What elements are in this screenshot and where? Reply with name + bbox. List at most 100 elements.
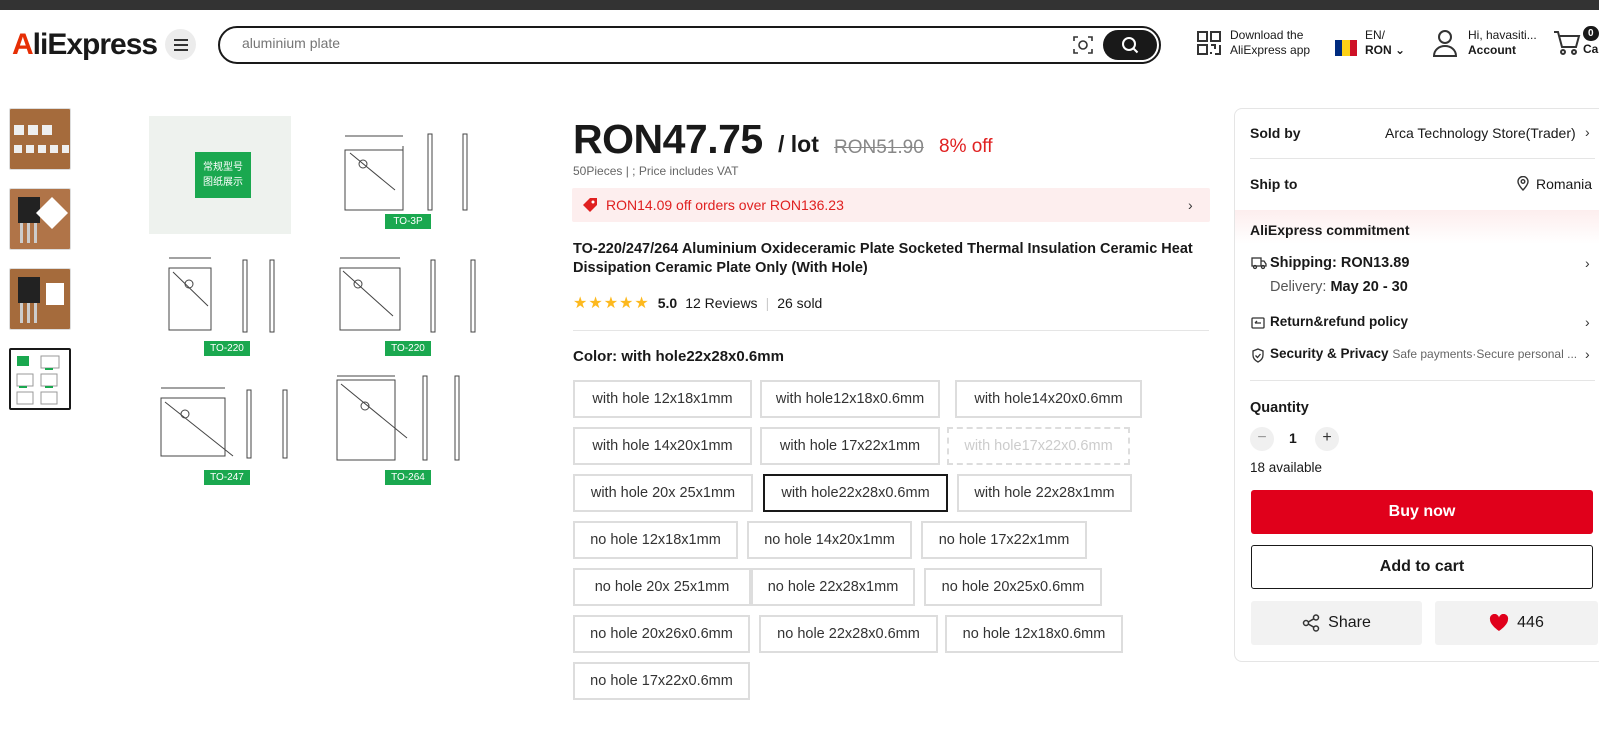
- stock-available: 18 available: [1250, 460, 1323, 475]
- option-button[interactable]: no hole 20x26x0.6mm: [573, 615, 750, 653]
- return-policy[interactable]: Return&refund policy: [1270, 314, 1408, 329]
- chinese-label-line2: 图纸展示: [203, 177, 243, 188]
- sold-by-label: Sold by: [1250, 125, 1301, 141]
- reviews-link[interactable]: 12 Reviews: [685, 295, 757, 311]
- wishlist-button[interactable]: 446: [1435, 601, 1598, 645]
- quantity-value[interactable]: 1: [1289, 430, 1297, 446]
- cart-label: Ca: [1583, 42, 1599, 56]
- chevron-right-icon: ›: [1585, 124, 1590, 140]
- menu-icon[interactable]: [165, 29, 196, 60]
- divider: [1250, 158, 1595, 159]
- cart-link[interactable]: 0 Ca: [1553, 26, 1599, 57]
- download-line1: Download the: [1230, 28, 1304, 42]
- price-subinfo: 50Pieces | ; Price includes VAT: [573, 164, 739, 178]
- ship-to-label: Ship to: [1250, 176, 1298, 192]
- tag-to-220-left: TO-220: [204, 341, 250, 356]
- account-menu[interactable]: Hi, havasiti... Account: [1432, 28, 1537, 58]
- thumbnail-1[interactable]: [9, 108, 71, 170]
- option-button[interactable]: with hole 14x20x1mm: [573, 427, 752, 465]
- chinese-label-line1: 常规型号: [203, 162, 243, 173]
- discount-badge: 8% off: [939, 136, 993, 157]
- tag-to-247: TO-247: [204, 470, 250, 485]
- price: RON47.75: [573, 116, 763, 162]
- cart-icon: [1554, 30, 1581, 55]
- main-product-image[interactable]: 常规型号 图纸展示 TO-3P TO-220 TO-220 TO-247 TO-…: [145, 108, 505, 496]
- language-currency-selector[interactable]: EN/ RON ⌄: [1335, 28, 1405, 58]
- account-label: Account: [1468, 43, 1516, 57]
- coupon-text: RON14.09 off orders over RON136.23: [606, 197, 844, 213]
- thumbnail-4[interactable]: [9, 348, 71, 410]
- commitment-title: AliExpress commitment: [1250, 222, 1410, 238]
- search-bar: [218, 26, 1161, 64]
- security-title: Security & Privacy: [1270, 346, 1389, 361]
- thumbnail-2[interactable]: [9, 188, 71, 250]
- option-button[interactable]: with hole14x20x0.6mm: [955, 380, 1142, 418]
- chevron-down-icon: ⌄: [1395, 43, 1406, 57]
- user-icon: [1432, 30, 1458, 57]
- delivery-row: Delivery: May 20 - 30: [1270, 279, 1408, 295]
- delivery-label: Delivery:: [1270, 279, 1327, 295]
- delivery-dates: May 20 - 30: [1330, 279, 1408, 295]
- option-button[interactable]: no hole 17x22x1mm: [921, 521, 1087, 559]
- option-button-selected[interactable]: with hole22x28x0.6mm: [763, 474, 948, 512]
- thumbnail-3[interactable]: [9, 268, 71, 330]
- currency: RON: [1365, 43, 1392, 57]
- store-link[interactable]: Arca Technology Store(Trader): [1385, 125, 1576, 141]
- option-button[interactable]: with hole 20x 25x1mm: [573, 474, 753, 512]
- chevron-right-icon: ›: [1585, 314, 1590, 330]
- add-to-cart-button[interactable]: Add to cart: [1251, 545, 1593, 589]
- lang-line1: EN/: [1365, 28, 1386, 42]
- qr-code-icon: [1197, 31, 1221, 55]
- product-title: TO-220/247/264 Aluminium Oxideceramic Pl…: [573, 241, 1193, 276]
- security-row[interactable]: Security & Privacy Safe payments·Secure …: [1270, 346, 1577, 361]
- sold-count: 26 sold: [777, 295, 823, 311]
- divider: [573, 330, 1209, 331]
- option-button[interactable]: no hole 17x22x0.6mm: [573, 662, 750, 700]
- option-button[interactable]: with hole 17x22x1mm: [760, 427, 940, 465]
- image-search-icon[interactable]: [1072, 34, 1094, 56]
- share-label: Share: [1328, 614, 1371, 631]
- search-button[interactable]: [1103, 30, 1157, 60]
- quantity-decrease-button[interactable]: −: [1250, 427, 1274, 451]
- option-button[interactable]: no hole 20x 25x1mm: [573, 568, 751, 606]
- option-button[interactable]: no hole 12x18x0.6mm: [945, 615, 1123, 653]
- download-line2: AliExpress app: [1230, 43, 1311, 57]
- search-input[interactable]: [242, 35, 1042, 51]
- quantity-increase-button[interactable]: +: [1315, 427, 1339, 451]
- price-unit: / lot: [778, 131, 819, 157]
- truck-icon: [1251, 257, 1267, 270]
- share-button[interactable]: Share: [1251, 601, 1422, 645]
- logo-text: liExpress: [32, 28, 158, 61]
- option-button[interactable]: no hole 22x28x0.6mm: [759, 615, 938, 653]
- heart-icon: [1490, 614, 1509, 631]
- aliexpress-logo[interactable]: AliExpress: [12, 28, 158, 62]
- wishlist-count: 446: [1517, 614, 1544, 631]
- rating-value: 5.0: [657, 295, 678, 311]
- account-greeting: Hi, havasiti...: [1468, 28, 1537, 42]
- buy-now-button[interactable]: Buy now: [1251, 490, 1593, 534]
- shipping-cost[interactable]: Shipping: RON13.89: [1270, 255, 1409, 271]
- option-button[interactable]: with hole 22x28x1mm: [957, 474, 1132, 512]
- browser-top-bar: [0, 0, 1599, 10]
- shield-icon: [1252, 348, 1264, 363]
- option-button[interactable]: with hole12x18x0.6mm: [760, 380, 940, 418]
- option-button[interactable]: no hole 14x20x1mm: [747, 521, 912, 559]
- chinese-label: 常规型号 图纸展示: [197, 160, 249, 190]
- color-label: Color: with hole22x28x0.6mm: [573, 348, 784, 365]
- option-button[interactable]: with hole 12x18x1mm: [573, 380, 752, 418]
- romania-flag-icon: [1335, 40, 1357, 56]
- option-button[interactable]: no hole 22x28x1mm: [751, 568, 915, 606]
- chevron-right-icon: ›: [1585, 255, 1590, 271]
- security-subtitle: Safe payments·Secure personal ...: [1392, 347, 1578, 361]
- option-button-disabled: with hole17x22x0.6mm: [947, 427, 1130, 465]
- tag-to-264: TO-264: [385, 470, 431, 485]
- chevron-right-icon: ›: [1188, 197, 1193, 213]
- return-icon: [1251, 317, 1265, 329]
- ship-to-country[interactable]: Romania: [1536, 176, 1592, 192]
- star-rating-icon: ★★★★★: [573, 295, 650, 312]
- chevron-right-icon: ›: [1585, 346, 1590, 362]
- option-button[interactable]: no hole 20x25x0.6mm: [924, 568, 1102, 606]
- tag-to-3p: TO-3P: [385, 214, 431, 229]
- download-app[interactable]: Download the AliExpress app: [1196, 28, 1310, 58]
- option-button[interactable]: no hole 12x18x1mm: [573, 521, 738, 559]
